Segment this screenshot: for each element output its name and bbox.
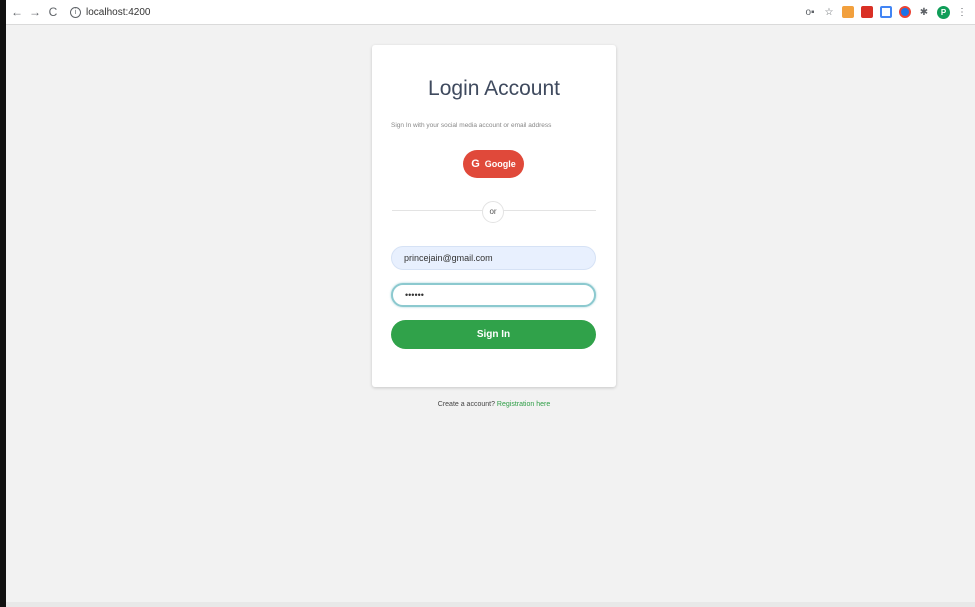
extension-d-icon[interactable] bbox=[899, 6, 911, 18]
info-icon[interactable]: i bbox=[70, 6, 81, 18]
email-field[interactable] bbox=[391, 246, 596, 270]
puzzle-icon[interactable]: ✱ bbox=[918, 6, 930, 18]
google-icon: G bbox=[471, 158, 480, 170]
extension-c-icon[interactable] bbox=[880, 6, 892, 18]
back-icon[interactable]: ← bbox=[10, 3, 24, 21]
registration-link[interactable]: Registration here bbox=[497, 401, 550, 408]
register-prompt-text: Create a account? bbox=[437, 401, 495, 408]
star-icon[interactable]: ☆ bbox=[823, 6, 835, 18]
password-field[interactable] bbox=[391, 283, 596, 307]
reload-icon[interactable]: C bbox=[46, 3, 60, 21]
subtitle-text: Sign In with your social media account o… bbox=[391, 122, 552, 129]
extension-a-icon[interactable] bbox=[842, 6, 854, 18]
login-card: Login Account Sign In with your social m… bbox=[372, 45, 616, 387]
extension-b-icon[interactable] bbox=[861, 6, 873, 18]
menu-icon[interactable]: ⋮ bbox=[956, 6, 968, 18]
window-edge bbox=[0, 0, 6, 607]
url-text: localhost:4200 bbox=[86, 6, 151, 18]
address-bar[interactable]: i localhost:4200 bbox=[70, 6, 151, 18]
key-icon[interactable]: o▪ bbox=[804, 6, 816, 18]
bottom-edge bbox=[6, 602, 975, 607]
profile-avatar[interactable]: P bbox=[937, 5, 950, 19]
signin-button[interactable]: Sign In bbox=[391, 320, 596, 349]
page-title: Login Account bbox=[428, 77, 560, 100]
or-separator: or bbox=[482, 201, 504, 223]
register-prompt: Create a account? Registration here bbox=[372, 401, 616, 408]
forward-icon[interactable]: → bbox=[28, 3, 42, 21]
google-signin-button[interactable]: G Google bbox=[463, 150, 524, 178]
google-button-label: Google bbox=[484, 159, 516, 169]
toolbar-actions: o▪ ☆ ✱ P ⋮ bbox=[804, 0, 975, 24]
browser-toolbar: ← → C i localhost:4200 o▪ ☆ ✱ P ⋮ bbox=[6, 0, 975, 25]
